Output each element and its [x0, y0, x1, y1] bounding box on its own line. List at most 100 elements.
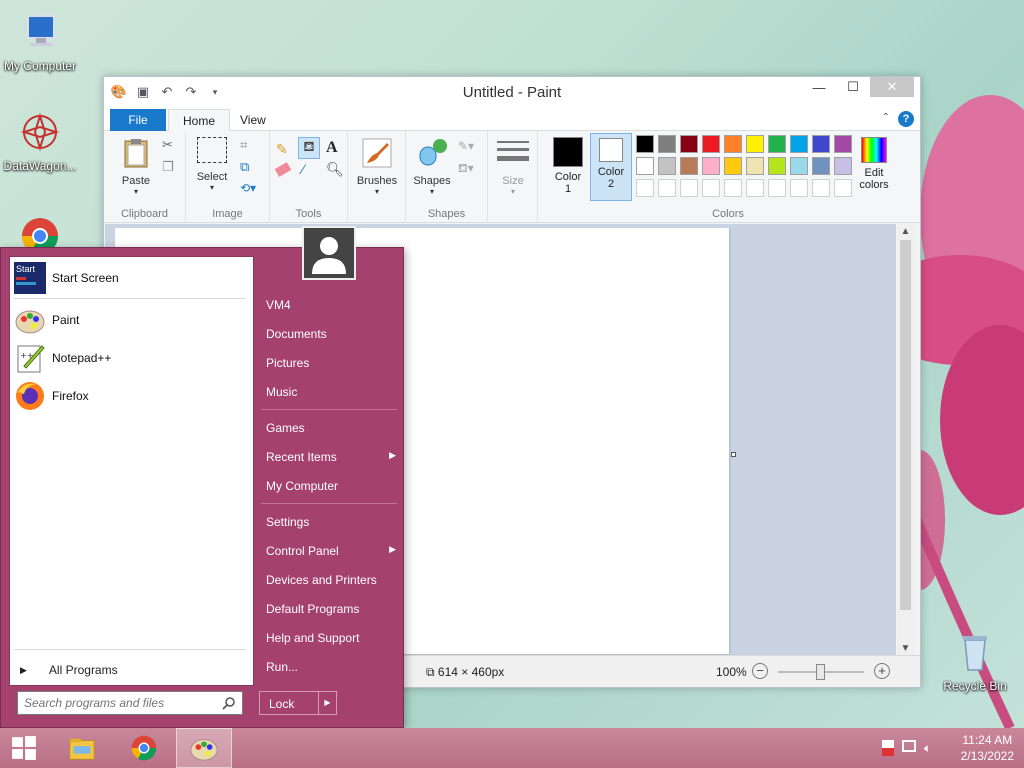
start-link-vm4[interactable]: VM4	[266, 298, 396, 312]
color-swatch[interactable]	[680, 135, 698, 153]
search-icon[interactable]	[222, 696, 236, 710]
crop-icon[interactable]: ⌗	[240, 137, 247, 153]
pencil-icon[interactable]: ✎	[276, 141, 288, 158]
user-avatar[interactable]	[302, 226, 356, 280]
taskbar-paint[interactable]	[176, 728, 232, 768]
taskbar-explorer[interactable]	[54, 728, 110, 768]
size-button[interactable]: Size ▾	[494, 137, 532, 196]
start-item-start-screen[interactable]: Start Start Screen	[14, 261, 250, 295]
cut-icon[interactable]: ✂	[162, 137, 173, 153]
all-programs-button[interactable]: ▶ All Programs	[20, 663, 118, 677]
desktop-icon-datawagon[interactable]: DataWagon...	[0, 110, 80, 173]
color-swatch[interactable]	[658, 179, 676, 197]
color-swatch[interactable]	[790, 179, 808, 197]
start-link-games[interactable]: Games	[266, 421, 396, 435]
close-button[interactable]: ✕	[870, 77, 914, 97]
color-swatch[interactable]	[768, 157, 786, 175]
color-swatch[interactable]	[724, 179, 742, 197]
maximize-button[interactable]: ☐	[836, 77, 870, 97]
color-swatch[interactable]	[790, 135, 808, 153]
start-link-run[interactable]: Run...	[266, 660, 396, 674]
brushes-button[interactable]: Brushes ▾	[354, 137, 400, 196]
minimize-ribbon-icon[interactable]: ⌃	[882, 112, 890, 123]
color-swatch[interactable]	[702, 157, 720, 175]
rotate-icon[interactable]: ⟲▾	[240, 181, 256, 195]
vertical-scrollbar[interactable]: ▲ ▼	[897, 224, 914, 656]
color-swatch[interactable]	[812, 157, 830, 175]
start-link-settings[interactable]: Settings	[266, 515, 396, 529]
color-swatch[interactable]	[834, 157, 852, 175]
fill-icon[interactable]: ⛾	[298, 137, 320, 159]
magnifier-icon[interactable]: 🔍︎	[326, 161, 344, 178]
color-swatch[interactable]	[834, 179, 852, 197]
outline-icon[interactable]: ✎▾	[458, 139, 474, 153]
color-swatch[interactable]	[790, 157, 808, 175]
desktop-icon-my-computer[interactable]: My Computer	[0, 10, 80, 73]
shapes-button[interactable]: Shapes ▾	[410, 137, 454, 196]
resize-handle[interactable]	[731, 452, 736, 457]
volume-muted-icon[interactable]: 🔈︎	[924, 740, 940, 756]
color-swatch[interactable]	[636, 157, 654, 175]
help-icon[interactable]: ?	[898, 111, 914, 127]
color-swatch[interactable]	[746, 135, 764, 153]
lock-options-arrow-icon[interactable]: ▶	[318, 692, 336, 714]
copy-icon[interactable]: ❐	[162, 159, 174, 175]
color-swatch[interactable]	[768, 179, 786, 197]
color-swatch[interactable]	[724, 135, 742, 153]
color-swatch[interactable]	[636, 135, 654, 153]
start-item-notepadpp[interactable]: ++ Notepad++	[14, 341, 250, 375]
color-swatch[interactable]	[812, 179, 830, 197]
select-button[interactable]: Select ▾	[190, 137, 234, 192]
fill-shape-icon[interactable]: ⛾▾	[458, 161, 474, 177]
start-link-devices-printers[interactable]: Devices and Printers	[266, 573, 396, 587]
start-link-control-panel[interactable]: Control Panel ▶	[266, 544, 396, 558]
clock[interactable]: 11:24 AM 2/13/2022	[961, 732, 1014, 764]
paste-button[interactable]: Paste ▾	[114, 137, 158, 196]
color-swatch[interactable]	[768, 135, 786, 153]
color-swatch[interactable]	[658, 157, 676, 175]
scroll-up-icon[interactable]: ▲	[897, 226, 914, 237]
color-swatch[interactable]	[746, 157, 764, 175]
text-icon[interactable]: A	[326, 139, 338, 157]
start-link-recent-items[interactable]: Recent Items ▶	[266, 450, 396, 464]
start-link-pictures[interactable]: Pictures	[266, 356, 396, 370]
start-link-default-programs[interactable]: Default Programs	[266, 602, 396, 616]
color-swatch[interactable]	[680, 179, 698, 197]
zoom-out-button[interactable]: −	[752, 663, 768, 679]
color-swatch[interactable]	[658, 135, 676, 153]
color-swatch[interactable]	[636, 179, 654, 197]
lock-button[interactable]: Lock ▶	[259, 691, 337, 715]
zoom-slider-thumb[interactable]	[816, 664, 825, 680]
start-link-help-support[interactable]: Help and Support	[266, 631, 396, 645]
network-icon[interactable]	[902, 740, 916, 752]
start-link-my-computer[interactable]: My Computer	[266, 479, 396, 493]
action-center-flag-icon[interactable]	[882, 740, 894, 756]
minimize-button[interactable]: —	[802, 77, 836, 97]
start-button[interactable]	[0, 728, 48, 768]
tab-home[interactable]: Home	[168, 109, 231, 132]
color-swatch[interactable]	[834, 135, 852, 153]
start-link-music[interactable]: Music	[266, 385, 396, 399]
scroll-thumb[interactable]	[900, 240, 911, 610]
color-swatch[interactable]	[680, 157, 698, 175]
scroll-down-icon[interactable]: ▼	[897, 643, 914, 654]
eraser-icon[interactable]	[274, 162, 292, 177]
color-swatch[interactable]	[812, 135, 830, 153]
start-link-documents[interactable]: Documents	[266, 327, 396, 341]
desktop-icon-recycle-bin[interactable]: Recycle Bin	[935, 630, 1015, 693]
color-swatch[interactable]	[702, 135, 720, 153]
color-swatch[interactable]	[702, 179, 720, 197]
color-swatch[interactable]	[746, 179, 764, 197]
start-item-firefox[interactable]: Firefox	[14, 379, 250, 413]
tab-view[interactable]: View	[226, 109, 280, 131]
taskbar-chrome[interactable]	[116, 728, 172, 768]
zoom-in-button[interactable]: +	[874, 663, 890, 679]
color2-button[interactable]: Color 2	[590, 133, 632, 201]
color-picker-icon[interactable]: ⁄	[302, 161, 304, 177]
color1-button[interactable]: Color 1	[544, 137, 592, 195]
start-item-paint[interactable]: Paint	[14, 303, 250, 337]
resize-icon[interactable]: ⧉	[240, 159, 249, 175]
color-swatch[interactable]	[724, 157, 742, 175]
tab-file[interactable]: File	[110, 109, 166, 131]
search-input[interactable]	[24, 693, 214, 713]
